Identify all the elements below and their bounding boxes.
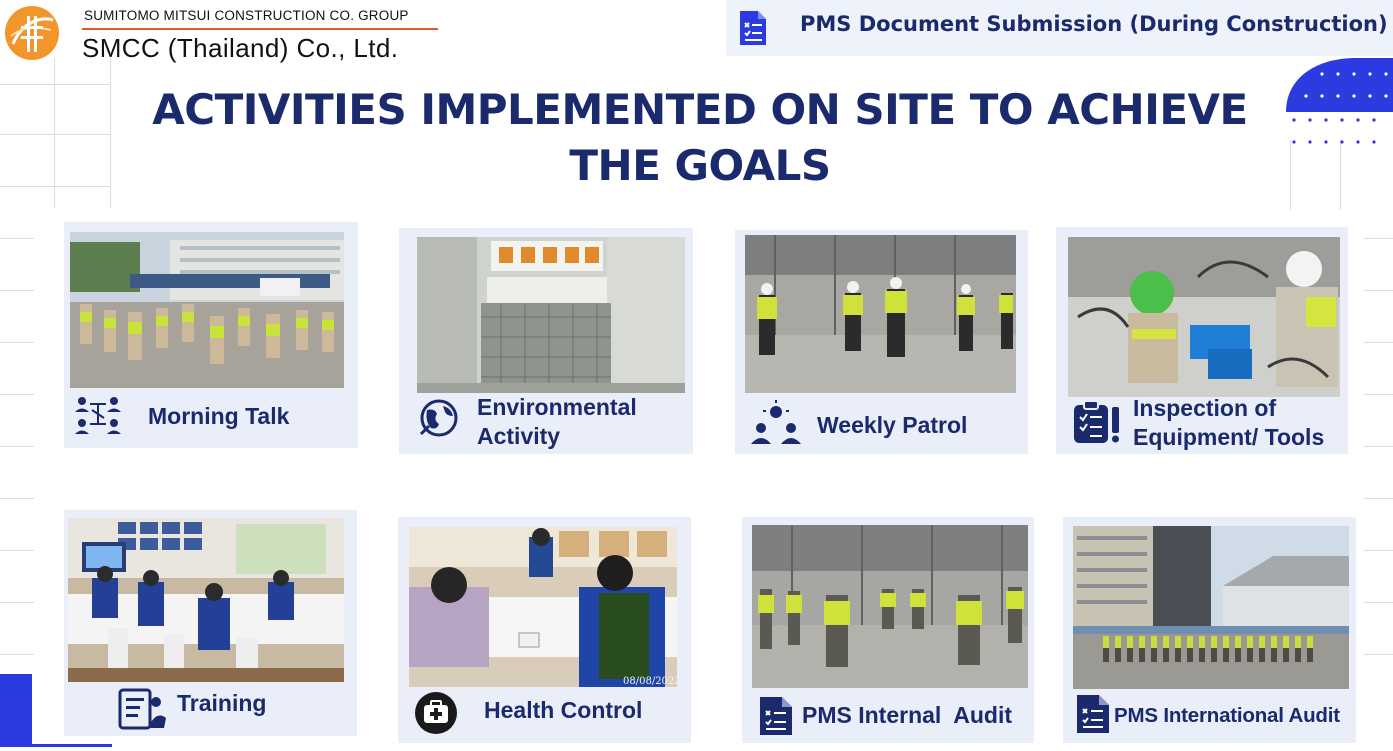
training-board-icon	[118, 688, 168, 734]
activity-label-text: Environmental Activity	[477, 394, 637, 449]
grid-line	[0, 238, 34, 239]
grid-line	[1364, 238, 1393, 239]
audit-document-icon	[758, 695, 794, 741]
grid-line	[0, 394, 34, 395]
activity-label-health-control: Health Control	[484, 697, 643, 723]
environmental-activity-photo	[417, 237, 685, 393]
activity-label-training: Training	[177, 690, 267, 716]
company-name: SMCC (Thailand) Co., Ltd.	[82, 33, 399, 63]
training-photo	[68, 518, 344, 682]
page-title: ACTIVITIES IMPLEMENTED ON SITE TO ACHIEV…	[152, 85, 1248, 190]
weekly-patrol-photo	[745, 235, 1016, 393]
morning-talk-photo	[70, 232, 344, 388]
grid-line	[0, 342, 34, 343]
grid-line	[1364, 394, 1393, 395]
checklist-document-icon	[738, 9, 768, 51]
grid-line	[1364, 498, 1393, 499]
activity-label-internal-audit: PMS Internal Audit	[802, 701, 1012, 730]
activity-label-international-audit: PMS International Audit	[1114, 704, 1340, 727]
activity-card-inspection: Inspection of Equipment/ Tools	[1056, 227, 1348, 454]
grid-line	[0, 290, 34, 291]
internal-audit-photo	[752, 525, 1028, 688]
company-group-name: SUMITOMO MITSUI CONSTRUCTION CO. GROUP	[84, 8, 409, 23]
grid-line	[0, 498, 34, 499]
activity-label-text: Inspection of Equipment/ Tools	[1133, 395, 1325, 450]
grid-line	[1364, 602, 1393, 603]
grid-line	[0, 186, 110, 187]
health-control-photo: 08/08/2022	[409, 527, 677, 687]
grid-line	[0, 550, 34, 551]
activity-card-health-control: 08/08/2022 Health Control	[398, 517, 691, 743]
photo-date-stamp: 08/08/2022	[623, 676, 677, 687]
grid-line	[1364, 654, 1393, 655]
inspection-photo	[1068, 237, 1340, 397]
grid-line	[0, 134, 110, 135]
grid-line	[1364, 342, 1393, 343]
activity-card-weekly-patrol: Weekly Patrol	[735, 230, 1028, 454]
audit-document-icon	[1075, 693, 1111, 739]
activity-card-environmental: Environmental Activity	[399, 228, 693, 454]
activity-label-morning-talk: Morning Talk	[148, 403, 290, 429]
grid-line	[0, 84, 110, 85]
globe-icon	[419, 398, 459, 442]
activity-label-weekly-patrol: Weekly Patrol	[817, 412, 968, 438]
document-banner: PMS Document Submission (During Construc…	[726, 0, 1393, 56]
grid-line	[0, 446, 34, 447]
grid-line	[1364, 290, 1393, 291]
activity-card-morning-talk: Morning Talk	[64, 222, 358, 448]
activity-label-environmental: Environmental Activity	[477, 393, 667, 451]
grid-line	[0, 654, 34, 655]
team-meeting-icon	[74, 394, 122, 438]
divider	[82, 28, 438, 30]
patrol-team-icon	[751, 400, 801, 448]
decorative-dots-shape	[1286, 58, 1393, 152]
grid-line	[1364, 550, 1393, 551]
grid-line	[1364, 446, 1393, 447]
activity-card-internal-audit: PMS Internal Audit	[742, 517, 1034, 743]
international-audit-photo	[1073, 526, 1349, 689]
document-title: PMS Document Submission (During Construc…	[800, 12, 1388, 36]
first-aid-kit-icon	[414, 691, 458, 739]
activity-card-training: Training	[64, 510, 357, 736]
activity-card-international-audit: PMS International Audit	[1063, 517, 1356, 743]
grid-line	[110, 58, 111, 208]
company-logo	[5, 6, 59, 60]
checklist-clipboard-icon	[1072, 399, 1122, 449]
activity-label-text: PMS Internal Audit	[802, 702, 1012, 728]
grid-line	[0, 602, 34, 603]
activity-label-inspection: Inspection of Equipment/ Tools	[1133, 394, 1345, 452]
